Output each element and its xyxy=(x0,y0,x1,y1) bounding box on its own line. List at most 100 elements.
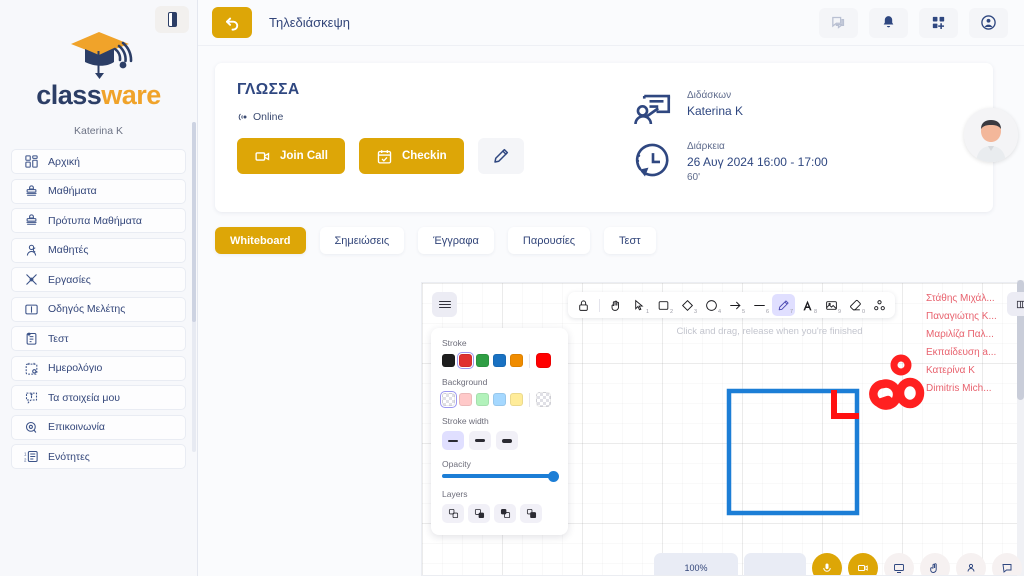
bring-to-front-icon xyxy=(526,508,536,519)
clock-icon xyxy=(632,140,674,185)
arrow-tool[interactable]: 5 xyxy=(724,294,747,316)
course-actions: Join Call Checkin xyxy=(237,138,632,174)
rectangle-tool[interactable]: 2 xyxy=(652,294,675,316)
stroke-swatch-orange[interactable] xyxy=(510,354,523,367)
opacity-slider-knob[interactable] xyxy=(548,470,559,482)
apps-grid-icon xyxy=(932,16,945,30)
sidebar-item-test[interactable]: Τεστ xyxy=(11,326,186,351)
sidebar-item-communication[interactable]: Επικοινωνία xyxy=(11,414,186,440)
teacher-name: Katerina K xyxy=(687,104,744,118)
sidebar: classware Katerina K Αρχική Μαθήματα Πρό… xyxy=(0,0,198,576)
microphone-icon xyxy=(823,563,831,572)
stroke-swatch-black[interactable] xyxy=(442,354,455,367)
whiteboard-menu-button[interactable] xyxy=(432,292,457,317)
participant-name[interactable]: Κατερίνα Κ xyxy=(926,362,1024,380)
tab-documents[interactable]: Έγγραφα xyxy=(418,227,494,254)
tab-notes[interactable]: Σημειώσεις xyxy=(319,227,405,254)
mic-button[interactable] xyxy=(812,553,842,575)
hand-tool[interactable] xyxy=(604,294,627,316)
send-backward-button[interactable] xyxy=(468,504,490,523)
participant-video-avatar[interactable] xyxy=(964,108,1018,162)
sidebar-item-sections[interactable]: 12 Ενότητες xyxy=(11,444,186,469)
background-swatches xyxy=(439,390,557,409)
participant-name[interactable]: Εκπαίδευση a... xyxy=(926,344,1024,362)
sidebar-item-calendar[interactable]: Ημερολόγιο xyxy=(11,355,186,381)
apps-button[interactable] xyxy=(919,7,958,38)
stroke-swatch-red[interactable] xyxy=(456,351,475,370)
tab-whiteboard[interactable]: Whiteboard xyxy=(215,227,306,254)
graduation-cap-logo-icon xyxy=(70,32,132,79)
sidebar-item-lessons[interactable]: Μαθήματα xyxy=(11,178,186,204)
sidebar-item-students[interactable]: Μαθητές xyxy=(11,237,186,263)
sidebar-item-label: Αρχική xyxy=(48,155,80,168)
sidebar-collapse-button[interactable] xyxy=(155,6,189,33)
eraser-tool[interactable]: 0 xyxy=(844,294,867,316)
sidebar-item-my-details[interactable]: Τα στοιχεία μου xyxy=(11,385,186,410)
chat-button[interactable] xyxy=(992,553,1022,575)
text-tool[interactable]: 8 xyxy=(796,294,819,316)
duration-value: 26 Αυγ 2024 16:00 - 17:00 xyxy=(687,155,828,169)
swatch-divider xyxy=(529,353,530,368)
background-swatch-yellow[interactable] xyxy=(510,393,523,406)
tab-attendance[interactable]: Παρουσίες xyxy=(507,227,591,254)
background-swatch-pink[interactable] xyxy=(459,393,472,406)
stroke-current-color[interactable] xyxy=(536,353,551,368)
stroke-width-thin[interactable] xyxy=(442,431,464,450)
account-button[interactable] xyxy=(969,7,1008,38)
sidebar-scrollbar[interactable] xyxy=(192,122,196,452)
logo-wordmark: classware xyxy=(0,82,197,109)
background-swatch-blue[interactable] xyxy=(493,393,506,406)
camera-button[interactable] xyxy=(848,553,878,575)
participant-name[interactable]: Παναγιώτης Κ... xyxy=(926,308,1024,326)
share-button[interactable] xyxy=(884,553,914,575)
background-swatch-green[interactable] xyxy=(476,393,489,406)
participant-name[interactable]: Dimitris Mich... xyxy=(926,380,1024,398)
edit-course-button[interactable] xyxy=(477,138,524,174)
line-tool[interactable]: 6 xyxy=(748,294,771,316)
bring-forward-button[interactable] xyxy=(494,504,516,523)
sidebar-item-study-guide[interactable]: Οδηγός Μελέτης xyxy=(11,296,186,322)
stroke-width-bold[interactable] xyxy=(496,431,518,450)
back-arrow-icon xyxy=(225,17,238,31)
join-call-button[interactable]: Join Call xyxy=(237,138,345,174)
zoom-control-button[interactable]: 100% xyxy=(654,553,738,575)
tool-shortcut: 9 xyxy=(837,309,841,315)
selection-tool[interactable]: 1 xyxy=(628,294,651,316)
participant-name[interactable]: Στάθης Μιχάλ... xyxy=(926,290,1024,308)
shapes-icon xyxy=(874,299,885,310)
send-to-back-button[interactable] xyxy=(442,504,464,523)
back-button[interactable] xyxy=(212,7,252,38)
sidebar-item-assignments[interactable]: Εργασίες xyxy=(11,267,186,292)
stroke-swatch-blue[interactable] xyxy=(493,354,506,367)
opacity-slider[interactable] xyxy=(442,470,559,482)
background-current-color[interactable] xyxy=(536,392,551,407)
stroke-width-medium[interactable] xyxy=(469,431,491,450)
participants-button[interactable] xyxy=(956,553,986,575)
notifications-button[interactable] xyxy=(869,7,908,38)
sidebar-item-home[interactable]: Αρχική xyxy=(11,149,186,174)
tab-test[interactable]: Τεστ xyxy=(604,227,656,254)
bring-to-front-button[interactable] xyxy=(520,504,542,523)
svg-text:1: 1 xyxy=(24,451,27,456)
toolbar-divider xyxy=(599,298,600,312)
sidebar-scrollbar-thumb[interactable] xyxy=(192,122,196,322)
chat-button[interactable] xyxy=(819,7,858,38)
account-icon xyxy=(981,15,996,30)
diamond-tool[interactable]: 3 xyxy=(676,294,699,316)
line-icon xyxy=(754,304,765,306)
calendar-check-icon xyxy=(377,149,392,164)
participant-name[interactable]: Μαριλίζα Παλ... xyxy=(926,326,1024,344)
draw-tool[interactable]: 7 xyxy=(772,294,795,316)
undo-redo-button[interactable] xyxy=(744,553,806,575)
raise-hand-button[interactable] xyxy=(920,553,950,575)
image-tool[interactable]: 9 xyxy=(820,294,843,316)
image-icon xyxy=(826,300,837,310)
background-swatch-transparent[interactable] xyxy=(439,390,458,409)
sidebar-item-template-lessons[interactable]: Πρότυπα Μαθήματα xyxy=(11,208,186,233)
tool-shortcut: 1 xyxy=(645,309,649,315)
ellipse-tool[interactable]: 4 xyxy=(700,294,723,316)
lock-tool[interactable] xyxy=(572,294,595,316)
stroke-swatch-green[interactable] xyxy=(476,354,489,367)
shapes-tool[interactable] xyxy=(868,294,891,316)
checkin-button[interactable]: Checkin xyxy=(358,138,464,174)
